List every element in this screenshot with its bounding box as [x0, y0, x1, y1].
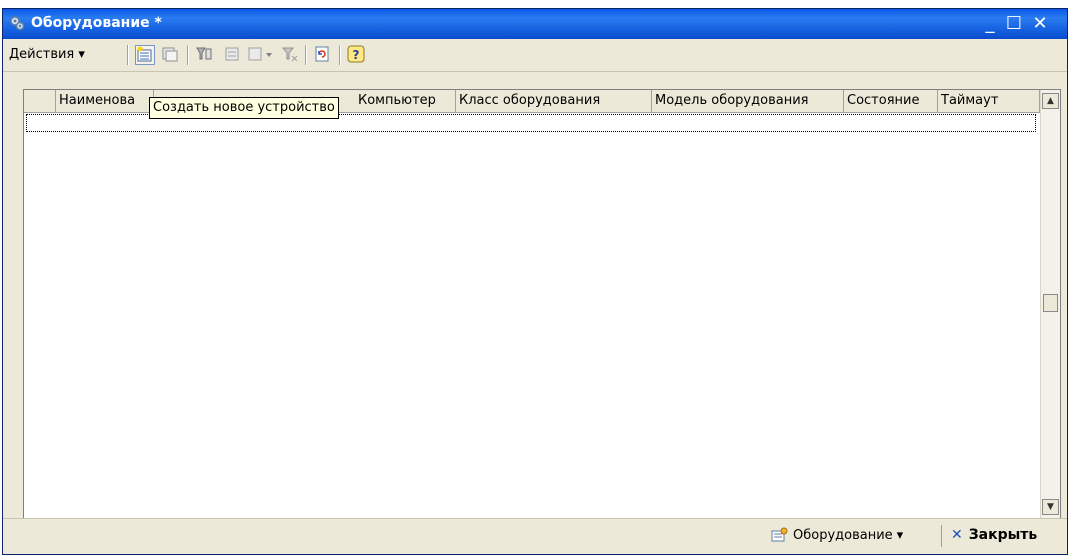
minimize-button[interactable]: _ [979, 14, 1001, 34]
close-button[interactable]: ✕ Закрыть [951, 527, 1037, 543]
equipment-table: Наименова Компьютер Класс оборудования М… [23, 89, 1061, 519]
column-header-marker[interactable] [24, 90, 56, 112]
chevron-down-icon: ▾ [78, 47, 85, 62]
title-bar[interactable]: Оборудование * _ ☐ ✕ [3, 9, 1067, 39]
help-icon: ? [347, 45, 365, 63]
equipment-window: Оборудование * _ ☐ ✕ Действия ▾ ? Наимен… [2, 8, 1068, 555]
toolbar-separator [305, 45, 307, 65]
clear-filter-icon [281, 47, 298, 62]
chevron-down-icon: ▾ [896, 527, 904, 543]
toolbar-separator [127, 45, 129, 65]
clear-filter-button[interactable] [281, 45, 301, 65]
scroll-down-icon[interactable]: ▼ [1042, 499, 1059, 515]
maximize-button[interactable]: ☐ [1003, 14, 1025, 34]
copy-device-icon [162, 47, 178, 62]
equipment-label: Оборудование [793, 527, 893, 543]
copy-device-button[interactable] [161, 45, 181, 65]
actions-label: Действия [9, 47, 75, 62]
actions-menu[interactable]: Действия ▾ [9, 47, 85, 62]
gears-icon [10, 16, 25, 31]
column-header-equipment-model[interactable]: Модель оборудования [652, 90, 844, 112]
filter-list-button[interactable] [223, 45, 243, 65]
equipment-menu-button[interactable]: Оборудование ▾ [771, 527, 903, 543]
close-window-button[interactable]: ✕ [1029, 14, 1051, 34]
refresh-icon [315, 46, 329, 62]
add-device-button[interactable] [135, 45, 155, 65]
bottom-bar: Оборудование ▾ ✕ Закрыть [3, 518, 1067, 554]
filter-icon [196, 47, 212, 60]
close-icon: ✕ [951, 527, 963, 543]
column-header-computer[interactable]: Компьютер [354, 90, 456, 112]
column-header-name[interactable]: Наименова [56, 90, 154, 112]
equipment-icon [771, 527, 788, 542]
filter-dropdown-button[interactable] [247, 45, 277, 65]
tooltip: Создать новое устройство [149, 97, 339, 119]
toolbar-separator [187, 45, 189, 65]
window-title: Оборудование * [31, 15, 162, 31]
help-button[interactable]: ? [347, 45, 367, 65]
scroll-thumb[interactable] [1043, 294, 1058, 312]
bottom-separator [941, 525, 942, 547]
filter-list-icon [225, 47, 239, 61]
toolbar: Действия ▾ ? [3, 39, 1067, 72]
column-header-timeout[interactable]: Таймаут [938, 90, 1040, 112]
column-header-state[interactable]: Состояние [844, 90, 938, 112]
add-device-icon [137, 46, 152, 62]
filter-dropdown-icon [248, 47, 272, 61]
column-header-equipment-class[interactable]: Класс оборудования [456, 90, 652, 112]
filter-button[interactable] [195, 45, 215, 65]
svg-text:?: ? [353, 48, 360, 62]
close-label: Закрыть [968, 527, 1038, 543]
scroll-up-icon[interactable]: ▲ [1042, 93, 1059, 109]
refresh-button[interactable] [313, 45, 333, 65]
toolbar-separator [339, 45, 341, 65]
vertical-scrollbar[interactable]: ▲ ▼ [1040, 90, 1060, 518]
